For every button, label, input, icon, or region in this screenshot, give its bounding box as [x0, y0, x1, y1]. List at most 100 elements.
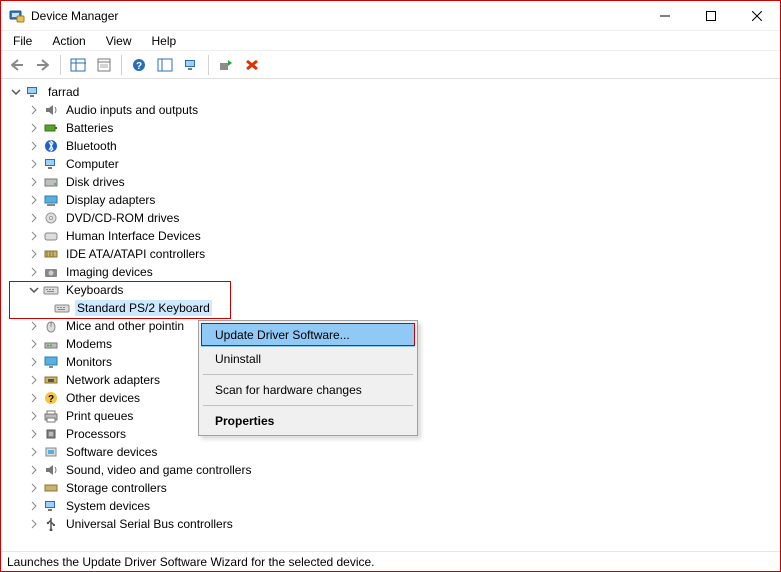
menu-item-properties[interactable]: Properties	[201, 409, 415, 433]
computer-icon	[42, 156, 60, 172]
unknown-device-icon: ?	[42, 390, 60, 406]
menu-item-update-driver[interactable]: Update Driver Software...	[201, 323, 415, 347]
menu-item-uninstall[interactable]: Uninstall	[201, 347, 415, 371]
tree-item-sound[interactable]: Sound, video and game controllers	[7, 461, 780, 479]
tree-item-usb[interactable]: Universal Serial Bus controllers	[7, 515, 780, 533]
minimize-button[interactable]	[642, 1, 688, 31]
tree-root[interactable]: farrad	[7, 83, 780, 101]
tree-item-imaging[interactable]: Imaging devices	[7, 263, 780, 281]
action-center-button[interactable]	[153, 53, 177, 77]
usb-icon	[42, 516, 60, 532]
statusbar: Launches the Update Driver Software Wiza…	[1, 551, 780, 571]
hid-icon	[42, 228, 60, 244]
ide-controller-icon	[42, 246, 60, 262]
chevron-right-icon[interactable]	[27, 482, 40, 495]
camera-icon	[42, 264, 60, 280]
chevron-right-icon[interactable]	[27, 104, 40, 117]
chevron-right-icon[interactable]	[27, 266, 40, 279]
chevron-right-icon[interactable]	[27, 392, 40, 405]
optical-drive-icon	[42, 210, 60, 226]
tree-item-ide[interactable]: IDE ATA/ATAPI controllers	[7, 245, 780, 263]
chevron-right-icon[interactable]	[27, 140, 40, 153]
tree-item-computer[interactable]: Computer	[7, 155, 780, 173]
menu-separator	[203, 405, 413, 406]
forward-button[interactable]	[31, 53, 55, 77]
printer-icon	[42, 408, 60, 424]
battery-icon	[42, 120, 60, 136]
keyboard-icon	[42, 282, 60, 298]
audio-icon	[42, 102, 60, 118]
menu-help[interactable]: Help	[144, 32, 185, 50]
chevron-right-icon[interactable]	[27, 410, 40, 423]
close-button[interactable]	[734, 1, 780, 31]
chevron-right-icon[interactable]	[27, 338, 40, 351]
modem-icon	[42, 336, 60, 352]
back-button[interactable]	[5, 53, 29, 77]
chevron-right-icon[interactable]	[27, 446, 40, 459]
menu-file[interactable]: File	[5, 32, 40, 50]
show-hide-tree-button[interactable]	[66, 53, 90, 77]
app-icon	[9, 8, 25, 24]
menu-action[interactable]: Action	[44, 32, 93, 50]
sound-icon	[42, 462, 60, 478]
chevron-right-icon[interactable]	[27, 500, 40, 513]
chevron-right-icon[interactable]	[27, 176, 40, 189]
window-title: Device Manager	[31, 9, 118, 23]
system-device-icon	[42, 498, 60, 514]
computer-icon	[24, 84, 42, 100]
menu-separator	[203, 374, 413, 375]
tree-item-bluetooth[interactable]: Bluetooth	[7, 137, 780, 155]
tree-item-storage-controllers[interactable]: Storage controllers	[7, 479, 780, 497]
chevron-down-icon[interactable]	[27, 284, 40, 297]
svg-text:?: ?	[136, 61, 142, 72]
software-device-icon	[42, 444, 60, 460]
cpu-icon	[42, 426, 60, 442]
tree-item-dvd[interactable]: DVD/CD-ROM drives	[7, 209, 780, 227]
menu-view[interactable]: View	[98, 32, 140, 50]
tree-item-display-adapters[interactable]: Display adapters	[7, 191, 780, 209]
tree-item-keyboards[interactable]: Keyboards	[7, 281, 780, 299]
tree-item-standard-ps2-keyboard[interactable]: Standard PS/2 Keyboard	[7, 299, 780, 317]
chevron-right-icon[interactable]	[27, 320, 40, 333]
toolbar-separator	[60, 55, 61, 75]
status-text: Launches the Update Driver Software Wiza…	[7, 555, 375, 569]
uninstall-button[interactable]	[240, 53, 264, 77]
display-adapter-icon	[42, 192, 60, 208]
device-tree[interactable]: farrad Audio inputs and outputs Batterie…	[1, 79, 780, 551]
tree-item-batteries[interactable]: Batteries	[7, 119, 780, 137]
update-driver-button[interactable]	[214, 53, 238, 77]
help-button[interactable]: ?	[127, 53, 151, 77]
network-icon	[42, 372, 60, 388]
titlebar: Device Manager	[1, 1, 780, 31]
chevron-right-icon[interactable]	[27, 158, 40, 171]
tree-item-software-devices[interactable]: Software devices	[7, 443, 780, 461]
chevron-right-icon[interactable]	[27, 464, 40, 477]
tree-item-audio[interactable]: Audio inputs and outputs	[7, 101, 780, 119]
chevron-right-icon[interactable]	[27, 248, 40, 261]
bluetooth-icon	[42, 138, 60, 154]
toolbar-separator	[121, 55, 122, 75]
tree-item-disk-drives[interactable]: Disk drives	[7, 173, 780, 191]
menubar: File Action View Help	[1, 31, 780, 51]
device-manager-window: Device Manager File Action View Help	[0, 0, 781, 572]
context-menu: Update Driver Software... Uninstall Scan…	[198, 320, 418, 436]
toolbar-separator	[208, 55, 209, 75]
chevron-down-icon[interactable]	[9, 86, 22, 99]
chevron-right-icon[interactable]	[27, 230, 40, 243]
chevron-right-icon[interactable]	[27, 374, 40, 387]
mouse-icon	[42, 318, 60, 334]
tree-item-hid[interactable]: Human Interface Devices	[7, 227, 780, 245]
chevron-right-icon[interactable]	[27, 428, 40, 441]
storage-controller-icon	[42, 480, 60, 496]
toolbar: ?	[1, 51, 780, 79]
chevron-right-icon[interactable]	[27, 212, 40, 225]
menu-item-scan-hardware[interactable]: Scan for hardware changes	[201, 378, 415, 402]
chevron-right-icon[interactable]	[27, 194, 40, 207]
maximize-button[interactable]	[688, 1, 734, 31]
chevron-right-icon[interactable]	[27, 356, 40, 369]
scan-hardware-button[interactable]	[179, 53, 203, 77]
tree-item-system-devices[interactable]: System devices	[7, 497, 780, 515]
properties-button[interactable]	[92, 53, 116, 77]
chevron-right-icon[interactable]	[27, 122, 40, 135]
chevron-right-icon[interactable]	[27, 518, 40, 531]
